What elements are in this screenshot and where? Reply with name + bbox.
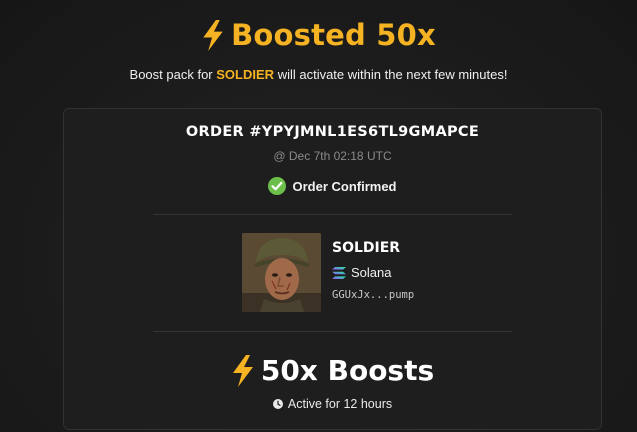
token-summary[interactable]: SOLDIER Solana GGUxJx...pump bbox=[242, 233, 414, 313]
activation-prefix: Boost pack for bbox=[129, 67, 213, 82]
activation-suffix: will activate within the next few minute… bbox=[277, 67, 508, 82]
page-title: Boosted 50x bbox=[0, 18, 637, 52]
lightning-bolt-icon bbox=[232, 354, 253, 387]
boost-duration: Active for 12 hours bbox=[64, 397, 601, 411]
token-address[interactable]: GGUxJx...pump bbox=[332, 289, 414, 301]
boost-duration-text: Active for 12 hours bbox=[287, 397, 393, 411]
divider bbox=[153, 331, 512, 332]
order-card: ORDER #YPYJMNL1ES6TL9GMAPCE @ Dec 7th 02… bbox=[63, 108, 602, 430]
activation-token-name: SOLDIER bbox=[216, 67, 275, 82]
token-avatar bbox=[242, 233, 321, 312]
order-timestamp: @ Dec 7th 02:18 UTC bbox=[273, 149, 392, 163]
solana-icon bbox=[332, 266, 346, 279]
lightning-bolt-icon bbox=[203, 19, 223, 51]
divider bbox=[153, 214, 512, 215]
activation-message: Boost pack for SOLDIER will activate wit… bbox=[0, 67, 637, 82]
clock-icon bbox=[272, 399, 283, 409]
token-chain-label: Solana bbox=[351, 265, 392, 280]
boost-amount: 50x Boosts bbox=[64, 354, 601, 387]
boost-amount-text: 50x Boosts bbox=[260, 354, 435, 387]
order-status: Order Confirmed bbox=[64, 177, 601, 195]
check-circle-icon bbox=[268, 177, 287, 195]
soldier-portrait-icon bbox=[242, 233, 321, 312]
token-name: SOLDIER bbox=[332, 240, 401, 256]
order-status-text: Order Confirmed bbox=[292, 178, 397, 194]
order-id[interactable]: ORDER #YPYJMNL1ES6TL9GMAPCE bbox=[64, 124, 601, 140]
token-chain: Solana bbox=[332, 265, 414, 280]
page-title-text: Boosted 50x bbox=[231, 18, 436, 52]
